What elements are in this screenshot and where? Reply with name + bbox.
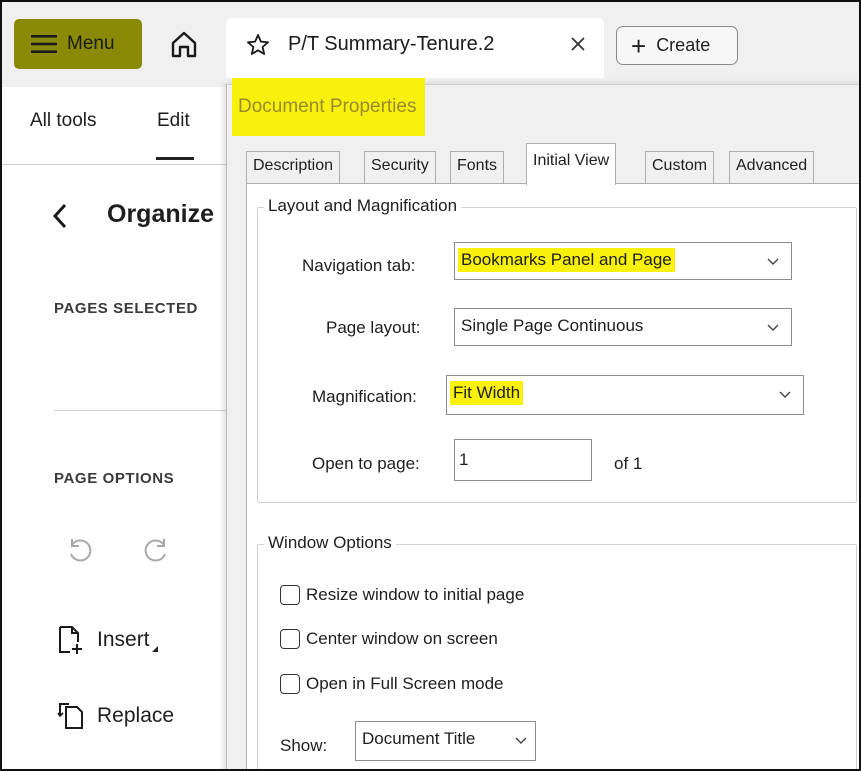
show-label: Show:: [280, 736, 328, 755]
page-options-label: PAGE OPTIONS: [54, 470, 175, 487]
home-icon[interactable]: [169, 29, 199, 59]
navigation-tab-select[interactable]: Bookmarks Panel and Page: [454, 242, 792, 280]
magnification-value: Fit Width: [450, 381, 524, 405]
active-tab-indicator: [156, 157, 194, 160]
checkbox-box[interactable]: [280, 585, 300, 605]
close-icon[interactable]: [570, 36, 586, 52]
resize-window-checkbox[interactable]: Resize window to initial page: [280, 582, 524, 608]
panel-title: Organize: [107, 200, 214, 228]
back-chevron-icon[interactable]: [50, 202, 70, 230]
window-options-group: [257, 544, 857, 769]
page-layout-select[interactable]: Single Page Continuous: [454, 308, 792, 346]
center-window-label: Center window on screen: [306, 629, 498, 648]
insert-page-icon: [59, 626, 82, 654]
open-to-page-label: Open to page:: [312, 454, 420, 473]
insert-label: Insert: [97, 628, 150, 651]
tab-edit[interactable]: Edit: [157, 110, 190, 132]
checkbox-box[interactable]: [280, 674, 300, 694]
chevron-down-icon: [767, 324, 779, 331]
tab-all-tools[interactable]: All tools: [30, 110, 97, 132]
create-button[interactable]: + Create: [616, 26, 738, 65]
tab-fonts[interactable]: Fonts: [450, 151, 505, 183]
replace-page-icon: [57, 703, 83, 729]
resize-window-label: Resize window to initial page: [306, 585, 525, 604]
pages-selected-label: PAGES SELECTED: [54, 300, 198, 317]
insert-tool[interactable]: Insert: [57, 620, 158, 660]
window-options-legend: Window Options: [264, 533, 396, 553]
hamburger-icon: [31, 35, 57, 53]
full-screen-checkbox[interactable]: Open in Full Screen mode: [280, 671, 504, 697]
open-to-page-input[interactable]: [454, 439, 592, 481]
magnification-select[interactable]: Fit Width: [446, 375, 804, 415]
menu-label: Menu: [67, 33, 115, 54]
page-layout-label: Page layout:: [326, 318, 421, 337]
tab-advanced[interactable]: Advanced: [729, 151, 815, 183]
chevron-down-icon: [767, 258, 779, 265]
document-tab-title: P/T Summary-Tenure.2: [288, 33, 495, 55]
tab-initial-view[interactable]: Initial View: [526, 143, 617, 185]
page-count-label: of 1: [614, 454, 643, 473]
top-bar: Menu P/T Summary-Tenure.2 + Create: [2, 2, 859, 87]
tab-security[interactable]: Security: [364, 151, 436, 183]
create-label: Create: [656, 35, 711, 55]
show-select[interactable]: Document Title: [355, 721, 536, 761]
replace-tool[interactable]: Replace: [57, 696, 174, 736]
center-window-checkbox[interactable]: Center window on screen: [280, 626, 498, 652]
tab-description[interactable]: Description: [246, 151, 341, 183]
plus-icon: +: [631, 30, 647, 61]
replace-label: Replace: [97, 704, 175, 727]
star-icon[interactable]: [246, 33, 270, 57]
checkbox-box[interactable]: [280, 629, 300, 649]
magnification-label: Magnification:: [312, 387, 417, 406]
menu-button[interactable]: Menu: [14, 19, 142, 69]
app-window: Menu P/T Summary-Tenure.2 + Create All t…: [0, 0, 861, 771]
chevron-down-icon: [515, 737, 527, 744]
page-layout-value: Single Page Continuous: [461, 316, 644, 335]
section-divider: [54, 410, 230, 411]
tab-custom[interactable]: Custom: [645, 151, 715, 183]
undo-icon[interactable]: [66, 537, 94, 565]
full-screen-label: Open in Full Screen mode: [306, 674, 504, 693]
dropdown-caret-icon: [151, 646, 158, 652]
nav-divider: [2, 164, 230, 165]
navigation-tab-label: Navigation tab:: [302, 256, 416, 275]
dialog-title: Document Properties: [232, 78, 426, 136]
navigation-tab-value: Bookmarks Panel and Page: [458, 248, 675, 272]
left-tools-panel: [2, 87, 230, 769]
redo-icon[interactable]: [142, 537, 170, 565]
layout-group-legend: Layout and Magnification: [264, 196, 462, 216]
show-value: Document Title: [362, 729, 476, 748]
chevron-down-icon: [779, 391, 791, 398]
